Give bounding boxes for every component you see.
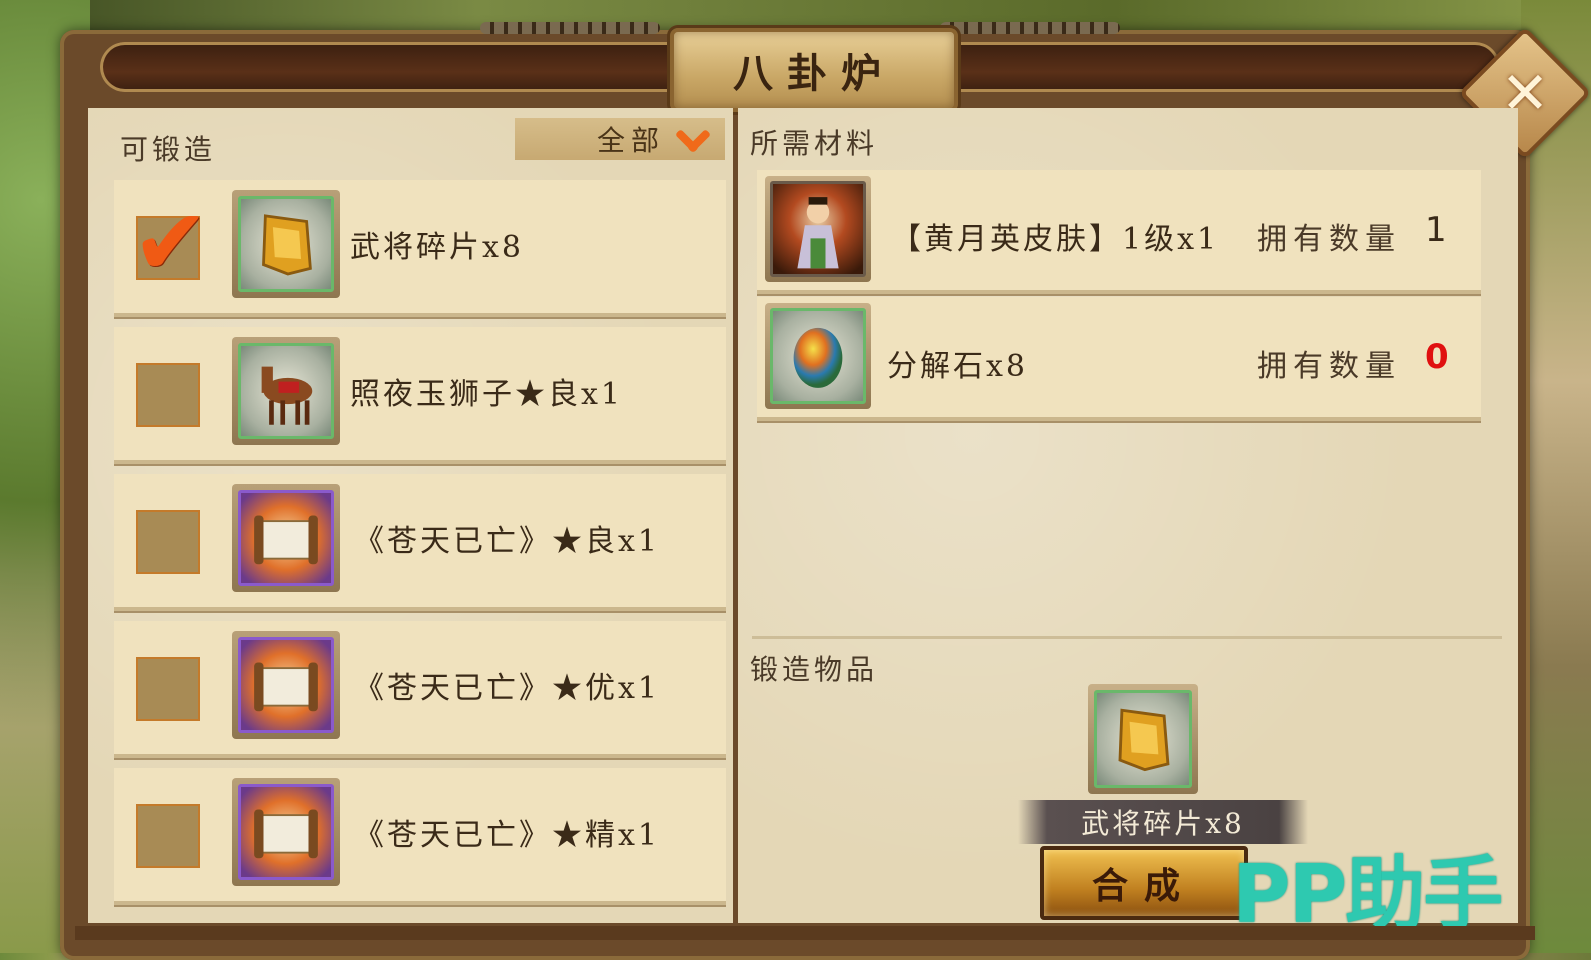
scroll-icon [238,490,334,586]
own-count-label: 拥有数量 [1257,222,1401,257]
hero-portrait-icon [770,181,866,277]
section-divider [752,636,1502,639]
list-item[interactable]: 《苍天已亡》★良x1 [114,474,726,611]
material-row[interactable]: 【黄月英皮肤】1级x1 拥有数量 1 [757,170,1481,294]
item-icon-frame [232,631,340,739]
material-name: 分解石x8 [887,349,1029,384]
item-checkbox[interactable]: ✔ [132,197,209,289]
chain-left-icon [480,22,660,34]
item-checkbox[interactable] [136,510,200,574]
list-item[interactable]: 《苍天已亡》★优x1 [114,621,726,758]
materials-header: 所需材料 [750,127,879,160]
top-background [0,0,1591,30]
checkmark-icon: ✔ [132,189,210,296]
filter-selected-label: 全部 [596,124,665,157]
compose-button[interactable]: 合成 [1040,846,1248,920]
result-icon-frame[interactable] [1088,684,1198,794]
scroll-icon [238,637,334,733]
own-count-value: 1 [1425,210,1447,250]
decompose-stone-icon [770,308,866,404]
item-name: 《苍天已亡》★精x1 [354,818,661,853]
own-count-value: 0 [1425,337,1449,377]
scroll-icon [238,784,334,880]
item-name: 照夜玉狮子★良x1 [350,377,624,412]
own-count-label: 拥有数量 [1257,349,1401,384]
list-item[interactable]: 《苍天已亡》★精x1 [114,768,726,905]
window-title: 八卦炉 [733,50,895,97]
material-icon-frame [765,303,871,409]
item-checkbox[interactable] [136,804,200,868]
forgeable-header: 可锻造 [120,133,217,166]
general-fragment-icon [238,196,334,292]
horse-icon [238,343,334,439]
list-item[interactable]: ✔ 武将碎片x8 [114,180,726,317]
item-name: 武将碎片x8 [350,230,525,265]
chevron-down-icon [675,122,709,156]
material-icon-frame [765,176,871,282]
filter-dropdown[interactable]: 全部 [515,118,725,160]
list-item[interactable]: 照夜玉狮子★良x1 [114,327,726,464]
item-icon-frame [232,778,340,886]
item-checkbox[interactable] [136,657,200,721]
item-checkbox[interactable] [136,363,200,427]
item-icon-frame [232,190,340,298]
result-name: 武将碎片x8 [1081,807,1245,840]
item-name: 《苍天已亡》★良x1 [354,524,661,559]
title-plate: 八卦炉 [670,28,958,112]
material-row[interactable]: 分解石x8 拥有数量 0 [757,297,1481,421]
item-name: 《苍天已亡》★优x1 [354,671,661,706]
item-icon-frame [232,337,340,445]
general-fragment-icon [1094,690,1192,788]
result-header: 锻造物品 [750,653,879,686]
chain-right-icon [940,22,1120,34]
material-name: 【黄月英皮肤】1级x1 [891,222,1220,257]
compose-button-label: 合成 [1091,865,1196,907]
item-icon-frame [232,484,340,592]
bottom-frame-edge [75,926,1535,940]
